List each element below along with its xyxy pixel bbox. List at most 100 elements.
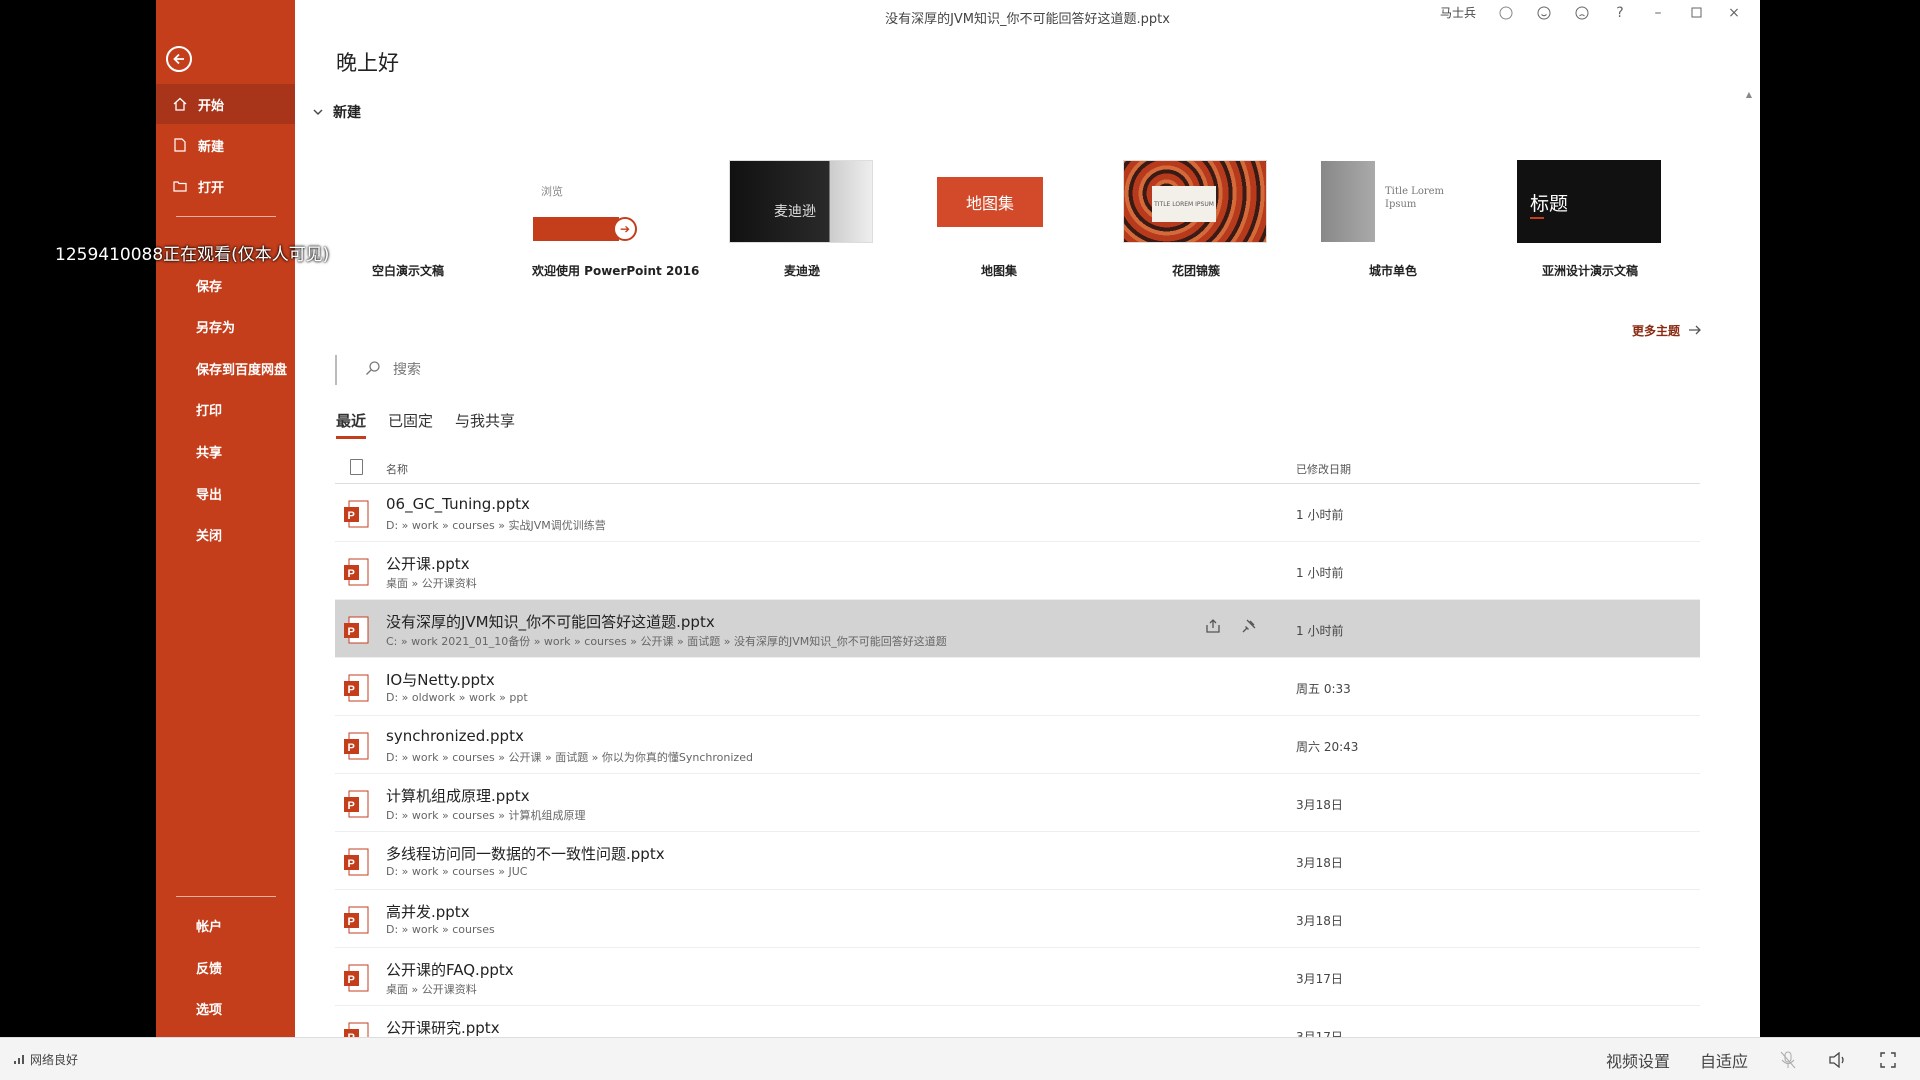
file-row[interactable]: P IO与Netty.pptx D: » oldwork » work » pp… (335, 658, 1700, 716)
sidebar-item-label: 反馈 (196, 961, 223, 977)
sidebar-item-save-as[interactable]: 另存为 (156, 306, 295, 346)
template-asian-design[interactable]: 标题 亚洲设计演示文稿 (1517, 160, 1663, 279)
sidebar-divider (176, 896, 276, 897)
template-thumbnail: 麦迪逊 (729, 160, 873, 243)
file-path: D: » work » courses (386, 923, 495, 936)
file-row[interactable]: P 06_GC_Tuning.pptx D: » work » courses … (335, 484, 1700, 542)
sidebar-item-print[interactable]: 打印 (156, 389, 295, 429)
backstage-main: 没有深厚的JVM知识_你不可能回答好这道题.pptx 马士兵 ? – × ▲ 晚… (295, 0, 1760, 1037)
file-row[interactable]: P 公开课研究.pptx 3月17日 (335, 1006, 1700, 1037)
folder-icon (172, 178, 188, 194)
thumbnail-text: 麦迪逊 (774, 204, 816, 220)
more-themes-link[interactable]: 更多主题 (1632, 322, 1702, 339)
sidebar-item-label: 保存 (196, 279, 223, 295)
volume-icon[interactable] (1828, 1050, 1848, 1070)
thumbnail-text: 标题 (1530, 193, 1569, 215)
svg-text:P: P (348, 626, 355, 638)
file-row[interactable]: P 高并发.pptx D: » work » courses 3月18日 (335, 890, 1700, 948)
file-path: D: » oldwork » work » ppt (386, 691, 528, 704)
file-path: D: » work » courses » 公开课 » 面试题 » 你以为你真的… (386, 751, 753, 764)
new-section-header[interactable]: 新建 (313, 102, 361, 122)
thumbnail-text: Title Lorem Ipsum (1385, 186, 1445, 210)
section-title: 新建 (333, 105, 361, 121)
sidebar-item-label: 共享 (196, 445, 223, 461)
sidebar-item-home[interactable]: 开始 (156, 84, 295, 124)
player-controls: 视频设置 自适应 (1606, 1048, 1898, 1072)
video-settings-button[interactable]: 视频设置 (1606, 1048, 1670, 1072)
backstage-sidebar: 开始 新建 打开 保存 另存为 保存到百度网盘 打印 共享 导出 关闭 帐户 反… (156, 0, 295, 1037)
template-city-mono[interactable]: Title Lorem Ipsum 城市单色 (1320, 160, 1466, 279)
file-modified-date: 1 小时前 (1296, 566, 1344, 580)
file-name: synchronized.pptx (386, 727, 524, 745)
template-welcome[interactable]: 浏览 ➔ 欢迎使用 PowerPoint 2016 (532, 160, 700, 279)
sidebar-item-new[interactable]: 新建 (156, 125, 295, 165)
help-icon[interactable]: ? (1612, 5, 1628, 21)
frown-feedback-icon[interactable] (1574, 5, 1590, 21)
user-name[interactable]: 马士兵 (1440, 4, 1476, 21)
sidebar-item-save[interactable]: 保存 (156, 265, 295, 305)
video-player-bar: 网络良好 视频设置 自适应 (0, 1037, 1920, 1080)
recent-file-list: P 06_GC_Tuning.pptx D: » work » courses … (335, 484, 1700, 1037)
maximize-icon[interactable] (1688, 5, 1704, 21)
file-row[interactable]: P 没有深厚的JVM知识_你不可能回答好这道题.pptx C: » work 2… (335, 600, 1700, 658)
sidebar-item-label: 保存到百度网盘 (196, 362, 288, 378)
sidebar-item-share[interactable]: 共享 (156, 431, 295, 471)
sidebar-item-label: 开始 (198, 98, 225, 114)
sidebar-item-label: 选项 (196, 1002, 223, 1018)
chevron-down-icon (313, 104, 323, 120)
share-icon[interactable] (1205, 618, 1221, 638)
template-name: 地图集 (980, 264, 1017, 278)
file-name: 没有深厚的JVM知识_你不可能回答好这道题.pptx (386, 613, 715, 631)
thumbnail-text: 地图集 (965, 194, 1014, 213)
svg-text:P: P (348, 510, 355, 522)
sidebar-item-save-to-baidu[interactable]: 保存到百度网盘 (156, 348, 295, 388)
template-name: 花团锦簇 (1171, 264, 1220, 278)
new-document-icon (172, 137, 188, 153)
tab-pinned[interactable]: 已固定 (388, 410, 433, 439)
template-madison[interactable]: 麦迪逊 麦迪逊 (729, 160, 875, 279)
fullscreen-icon[interactable] (1878, 1050, 1898, 1070)
minimize-icon[interactable]: – (1650, 5, 1666, 21)
svg-text:P: P (348, 568, 355, 580)
file-modified-date: 3月18日 (1296, 856, 1343, 870)
template-atlas[interactable]: 地图集 地图集 (926, 160, 1072, 279)
avatar[interactable] (1498, 5, 1514, 21)
sidebar-item-close[interactable]: 关闭 (156, 514, 295, 554)
template-name: 亚洲设计演示文稿 (1541, 264, 1638, 278)
file-row[interactable]: P 公开课的FAQ.pptx 桌面 » 公开课资料 3月17日 (335, 948, 1700, 1006)
file-row[interactable]: P synchronized.pptx D: » work » courses … (335, 716, 1700, 774)
sidebar-item-feedback[interactable]: 反馈 (156, 947, 295, 987)
sidebar-item-account[interactable]: 帐户 (156, 905, 295, 945)
tab-shared[interactable]: 与我共享 (455, 410, 515, 439)
microphone-off-icon[interactable] (1778, 1050, 1798, 1070)
sidebar-item-export[interactable]: 导出 (156, 473, 295, 513)
template-name: 欢迎使用 PowerPoint 2016 (532, 264, 700, 278)
search-input[interactable] (393, 362, 753, 378)
thumbnail-accent (1530, 217, 1544, 219)
powerpoint-file-icon: P (343, 964, 369, 992)
back-arrow-icon[interactable] (166, 46, 192, 72)
fit-button[interactable]: 自适应 (1700, 1048, 1748, 1072)
pin-icon[interactable] (1241, 618, 1257, 638)
column-header-name[interactable]: 名称 (386, 461, 408, 477)
file-row[interactable]: P 计算机组成原理.pptx D: » work » courses » 计算机… (335, 774, 1700, 832)
file-modified-date: 1 小时前 (1296, 624, 1344, 638)
tab-recent[interactable]: 最近 (336, 410, 367, 439)
file-modified-date: 周五 0:33 (1296, 682, 1351, 696)
file-row[interactable]: P 多线程访问同一数据的不一致性问题.pptx D: » work » cour… (335, 832, 1700, 890)
file-modified-date: 周六 20:43 (1296, 740, 1359, 754)
template-floral[interactable]: TITLE LOREM IPSUM 花团锦簇 (1123, 160, 1269, 279)
smile-feedback-icon[interactable] (1536, 5, 1552, 21)
close-icon[interactable]: × (1726, 5, 1742, 21)
powerpoint-file-icon: P (343, 674, 369, 702)
powerpoint-file-icon: P (343, 732, 369, 760)
file-row[interactable]: P 公开课.pptx 桌面 » 公开课资料 1 小时前 (335, 542, 1700, 600)
column-header-date[interactable]: 已修改日期 (1296, 461, 1351, 477)
sidebar-item-open[interactable]: 打开 (156, 166, 295, 206)
powerpoint-file-icon: P (343, 500, 369, 528)
file-list-header: 名称 已修改日期 (335, 454, 1700, 484)
scroll-up-arrow-icon[interactable]: ▲ (1746, 90, 1752, 99)
template-blank[interactable]: 空白演示文稿 (335, 160, 481, 279)
search-icon (365, 360, 381, 380)
sidebar-item-options[interactable]: 选项 (156, 988, 295, 1028)
